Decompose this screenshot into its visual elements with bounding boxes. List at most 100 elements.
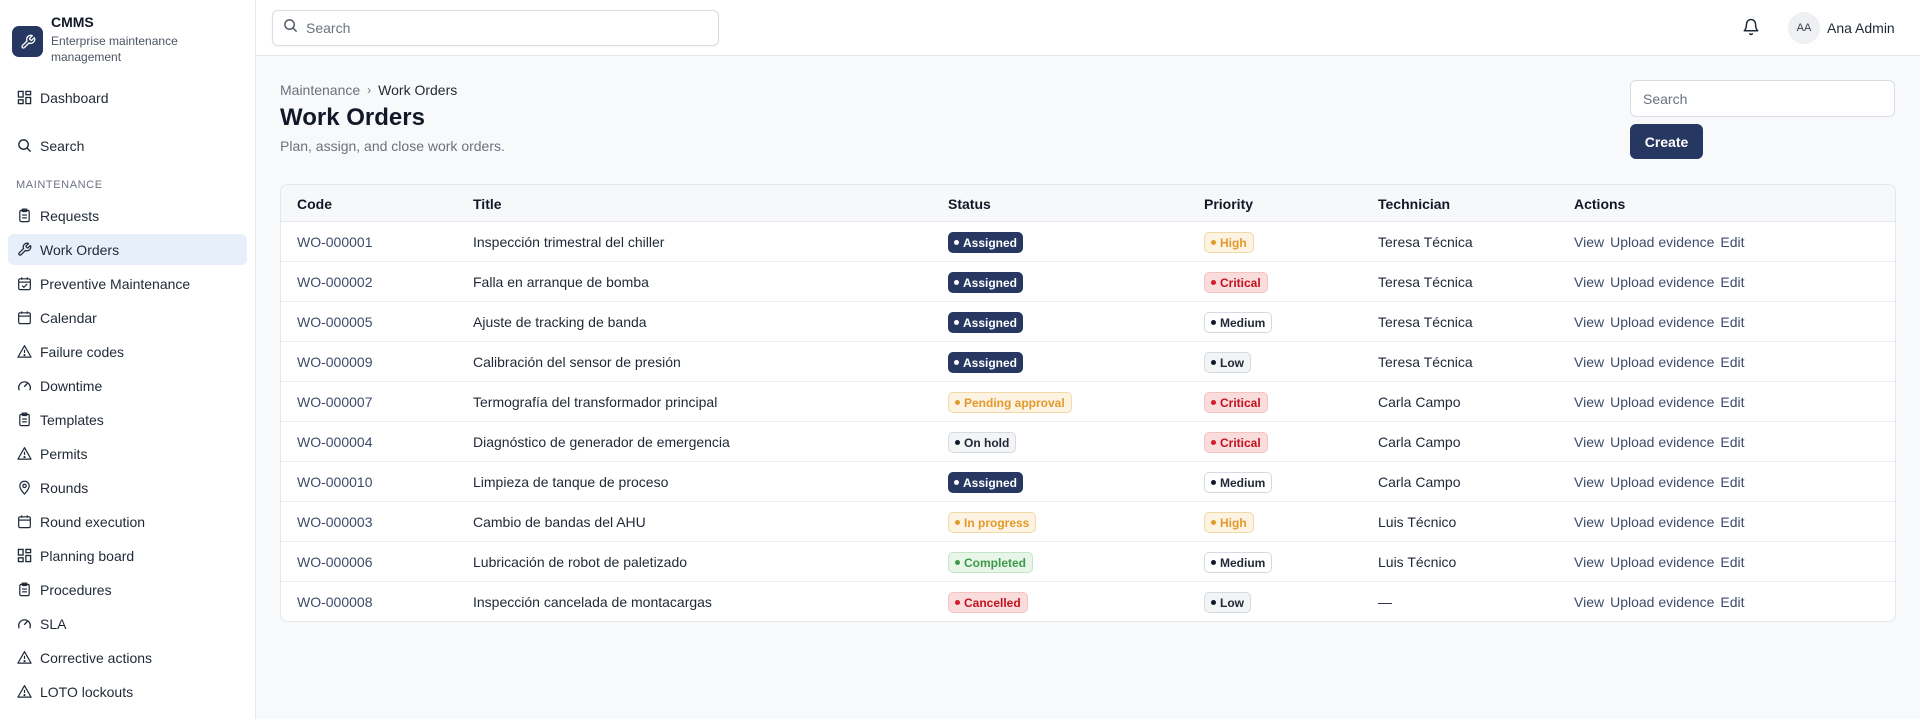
- technician-name: Luis Técnico: [1378, 514, 1457, 530]
- work-order-code-link[interactable]: WO-000003: [297, 514, 372, 530]
- sidebar-item-rounds[interactable]: Rounds: [8, 472, 247, 503]
- section-label-maintenance: MAINTENANCE: [16, 179, 103, 191]
- upload-evidence-link[interactable]: Upload evidence: [1610, 314, 1714, 330]
- sidebar-item-permits[interactable]: Permits: [8, 438, 247, 469]
- priority-badge: High: [1204, 232, 1254, 253]
- view-link[interactable]: View: [1574, 234, 1604, 250]
- view-link[interactable]: View: [1574, 314, 1604, 330]
- sidebar-item-failure-codes[interactable]: Failure codes: [8, 336, 247, 367]
- status-label: Assigned: [963, 275, 1018, 290]
- status-dot: [955, 560, 960, 565]
- work-order-code-link[interactable]: WO-000005: [297, 314, 372, 330]
- work-order-code-link[interactable]: WO-000010: [297, 474, 372, 490]
- edit-link[interactable]: Edit: [1720, 514, 1744, 530]
- view-link[interactable]: View: [1574, 274, 1604, 290]
- sidebar-item-work-orders[interactable]: Work Orders: [8, 234, 247, 265]
- page-title: Work Orders: [280, 104, 425, 131]
- priority-dot: [1211, 440, 1216, 445]
- sidebar-item-requests[interactable]: Requests: [8, 200, 247, 231]
- priority-badge: Low: [1204, 592, 1251, 613]
- edit-link[interactable]: Edit: [1720, 474, 1744, 490]
- technician-name: Teresa Técnica: [1378, 234, 1473, 250]
- calendar-icon: [16, 514, 32, 530]
- upload-evidence-link[interactable]: Upload evidence: [1610, 394, 1714, 410]
- work-order-code-link[interactable]: WO-000009: [297, 354, 372, 370]
- sidebar-item-calendar[interactable]: Calendar: [8, 302, 247, 333]
- priority-dot: [1211, 400, 1216, 405]
- sidebar-item-sla[interactable]: SLA: [8, 608, 247, 639]
- view-link[interactable]: View: [1574, 434, 1604, 450]
- sidebar-item-dashboard[interactable]: Dashboard: [8, 82, 247, 113]
- row-actions: View Upload evidence Edit: [1574, 514, 1751, 530]
- upload-evidence-link[interactable]: Upload evidence: [1610, 514, 1714, 530]
- edit-link[interactable]: Edit: [1720, 554, 1744, 570]
- sidebar-item-preventive-maintenance[interactable]: Preventive Maintenance: [8, 268, 247, 299]
- status-badge: In progress: [948, 512, 1037, 533]
- upload-evidence-link[interactable]: Upload evidence: [1610, 594, 1714, 610]
- create-button[interactable]: Create: [1630, 124, 1703, 159]
- work-order-code-link[interactable]: WO-000008: [297, 594, 372, 610]
- avatar[interactable]: AA: [1788, 12, 1820, 44]
- work-orders-search-input[interactable]: [1630, 80, 1895, 117]
- upload-evidence-link[interactable]: Upload evidence: [1610, 274, 1714, 290]
- work-order-code-link[interactable]: WO-000006: [297, 554, 372, 570]
- row-actions: View Upload evidence Edit: [1574, 234, 1751, 250]
- sidebar-item-planning-board[interactable]: Planning board: [8, 540, 247, 571]
- upload-evidence-link[interactable]: Upload evidence: [1610, 554, 1714, 570]
- sidebar-item-corrective-actions[interactable]: Corrective actions: [8, 642, 247, 673]
- status-badge: Completed: [948, 552, 1034, 573]
- upload-evidence-link[interactable]: Upload evidence: [1610, 234, 1714, 250]
- grid-icon: [16, 90, 32, 106]
- edit-link[interactable]: Edit: [1720, 594, 1744, 610]
- user-name[interactable]: Ana Admin: [1827, 20, 1895, 36]
- work-order-code-link[interactable]: WO-000004: [297, 434, 372, 450]
- sidebar-item-round-execution[interactable]: Round execution: [8, 506, 247, 537]
- grid-icon: [16, 548, 32, 564]
- view-link[interactable]: View: [1574, 394, 1604, 410]
- view-link[interactable]: View: [1574, 514, 1604, 530]
- status-badge: Cancelled: [948, 592, 1028, 613]
- view-link[interactable]: View: [1574, 594, 1604, 610]
- breadcrumb-link-maintenance[interactable]: Maintenance: [280, 82, 360, 98]
- status-badge: On hold: [948, 432, 1017, 453]
- global-search[interactable]: [272, 10, 719, 46]
- priority-label: Low: [1220, 355, 1244, 370]
- status-badge: Pending approval: [948, 392, 1072, 413]
- status-label: Assigned: [963, 475, 1018, 490]
- view-link[interactable]: View: [1574, 354, 1604, 370]
- table-row: WO-000009 Calibración del sensor de presi…: [281, 342, 1895, 382]
- edit-link[interactable]: Edit: [1720, 394, 1744, 410]
- sidebar-item-procedures[interactable]: Procedures: [8, 574, 247, 605]
- column-header-code: Code: [297, 196, 332, 212]
- bell-icon[interactable]: [1742, 18, 1762, 38]
- edit-link[interactable]: Edit: [1720, 434, 1744, 450]
- priority-label: Critical: [1220, 395, 1261, 410]
- priority-dot: [1211, 320, 1216, 325]
- table-header: Code Title Status Priority Technician Ac…: [281, 185, 1895, 222]
- priority-dot: [1211, 600, 1216, 605]
- sidebar-item-loto-lockouts[interactable]: LOTO lockouts: [8, 676, 247, 707]
- upload-evidence-link[interactable]: Upload evidence: [1610, 474, 1714, 490]
- work-order-code-link[interactable]: WO-000007: [297, 394, 372, 410]
- status-badge: Assigned: [948, 232, 1024, 253]
- global-search-input[interactable]: [306, 20, 696, 36]
- column-header-technician: Technician: [1378, 196, 1451, 212]
- sidebar-item-downtime[interactable]: Downtime: [8, 370, 247, 401]
- view-link[interactable]: View: [1574, 474, 1604, 490]
- priority-dot: [1211, 360, 1216, 365]
- priority-label: Low: [1220, 595, 1244, 610]
- upload-evidence-link[interactable]: Upload evidence: [1610, 354, 1714, 370]
- brand-subtitle: Enterprise maintenance management: [51, 34, 178, 64]
- sidebar-item-label: Search: [40, 137, 85, 154]
- edit-link[interactable]: Edit: [1720, 354, 1744, 370]
- sidebar-item-templates[interactable]: Templates: [8, 404, 247, 435]
- upload-evidence-link[interactable]: Upload evidence: [1610, 434, 1714, 450]
- sidebar-item-search[interactable]: Search: [8, 130, 247, 161]
- edit-link[interactable]: Edit: [1720, 314, 1744, 330]
- sidebar-item-label: Templates: [40, 411, 104, 428]
- work-order-code-link[interactable]: WO-000001: [297, 234, 372, 250]
- view-link[interactable]: View: [1574, 554, 1604, 570]
- edit-link[interactable]: Edit: [1720, 274, 1744, 290]
- work-order-code-link[interactable]: WO-000002: [297, 274, 372, 290]
- edit-link[interactable]: Edit: [1720, 234, 1744, 250]
